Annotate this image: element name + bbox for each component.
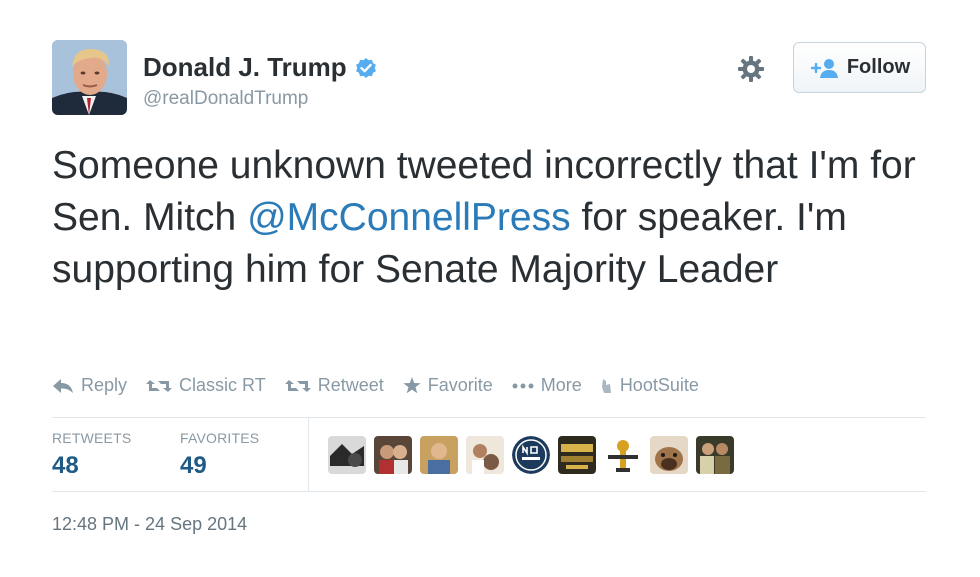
avatar-image — [52, 40, 127, 115]
tweet-text: Someone unknown tweeted incorrectly that… — [52, 140, 932, 296]
follow-button[interactable]: Follow — [793, 42, 926, 93]
add-user-icon — [810, 58, 838, 78]
retweet-action[interactable]: Retweet — [284, 375, 384, 396]
classic-rt-action[interactable]: Classic RT — [146, 375, 266, 396]
mention-link[interactable]: @McConnellPress — [247, 196, 571, 239]
favoriter-avatar[interactable] — [558, 436, 596, 474]
favoriter-avatar[interactable] — [374, 436, 412, 474]
favoriters-avatars — [328, 436, 734, 474]
favoriter-avatar[interactable] — [420, 436, 458, 474]
verified-badge-icon — [355, 57, 376, 78]
follow-label: Follow — [846, 56, 911, 78]
favoriter-avatar[interactable] — [512, 436, 550, 474]
reply-label: Reply — [81, 375, 128, 395]
tweet-stats: RETWEETS 48 FAVORITES 49 — [52, 418, 926, 492]
hootsuite-action[interactable]: HootSuite — [601, 375, 699, 396]
favorite-action[interactable]: Favorite — [403, 375, 493, 396]
favoriter-avatar[interactable] — [466, 436, 504, 474]
tweet-actions: Reply Classic RT Retweet Favorite More H… — [52, 375, 718, 396]
tweet-timestamp[interactable]: 12:48 PM - 24 Sep 2014 — [52, 514, 247, 535]
display-name-text: Donald J. Trump — [143, 52, 347, 82]
favorites-label: FAVORITES — [180, 430, 260, 446]
stats-separator — [308, 418, 309, 492]
more-dots-icon — [512, 383, 534, 388]
gear-icon[interactable] — [736, 54, 766, 84]
favoriter-avatar[interactable] — [650, 436, 688, 474]
favoriter-avatar[interactable] — [604, 436, 642, 474]
star-icon — [403, 377, 421, 394]
favoriter-avatar[interactable] — [328, 436, 366, 474]
favorites-stat[interactable]: FAVORITES 49 — [180, 430, 259, 480]
more-action[interactable]: More — [512, 375, 582, 396]
favorite-label: Favorite — [427, 375, 493, 395]
favorites-count: 49 — [180, 452, 207, 479]
hootsuite-icon — [601, 378, 611, 393]
hootsuite-label: HootSuite — [619, 375, 699, 395]
stats-bottom-divider — [52, 491, 926, 492]
retweet-icon — [284, 379, 311, 392]
retweet-label: Retweet — [317, 375, 384, 395]
retweet-icon — [146, 379, 173, 392]
author-avatar[interactable] — [52, 40, 127, 115]
reply-icon — [53, 378, 73, 393]
retweets-stat[interactable]: RETWEETS 48 — [52, 430, 131, 480]
more-label: More — [540, 375, 582, 395]
author-handle[interactable]: @realDonaldTrump — [143, 88, 308, 110]
classic-rt-label: Classic RT — [179, 375, 266, 395]
reply-action[interactable]: Reply — [52, 375, 127, 396]
retweets-label: RETWEETS — [52, 430, 132, 446]
retweets-count: 48 — [52, 452, 79, 479]
author-display-name[interactable]: Donald J. Trump — [143, 52, 377, 83]
favoriter-avatar[interactable] — [696, 436, 734, 474]
